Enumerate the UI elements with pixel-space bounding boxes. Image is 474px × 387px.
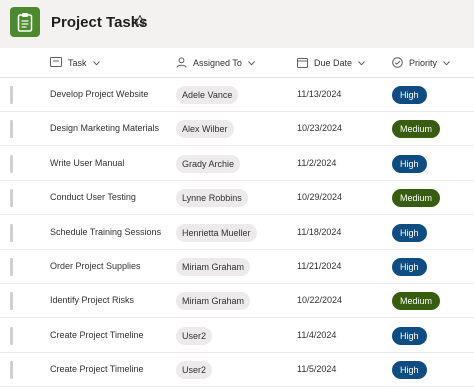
priority-badge: High [392,154,427,173]
row-select-handle[interactable] [10,326,13,345]
table-row[interactable]: Develop Project Website Adele Vance 11/13/… [0,78,474,112]
column-header-task[interactable]: Task [50,52,100,74]
due-date: 11/21/2024 [297,261,342,271]
task-title[interactable]: Develop Project Website [50,89,148,99]
assignee-chip[interactable]: Grady Archie [176,154,241,173]
priority-badge: Medium [392,120,441,139]
due-date: 11/18/2024 [297,226,342,237]
priority-badge: High [392,86,427,104]
priority-badge: High [392,223,427,242]
column-header-due-date[interactable]: Due Date [297,52,365,74]
due-date: 11/13/2024 [297,89,342,99]
table-row[interactable]: Write User Manual Grady Archie 11/2/2024 Hi… [0,147,474,181]
row-select-handle[interactable] [10,258,13,276]
row-select-handle[interactable] [10,292,13,311]
priority-badge: High [392,361,427,380]
row-select-handle[interactable] [10,120,13,139]
due-date: 10/29/2024 [297,192,343,203]
due-date: 10/22/2024 [297,295,343,306]
priority-badge: Medium [392,292,441,311]
column-label: Task [68,58,87,68]
chevron-down-icon [248,58,255,68]
task-title[interactable]: Identify Project Risks [50,295,134,305]
row-select-handle[interactable] [10,86,13,104]
table-row[interactable]: Design Marketing Materials Alex Wilber 10/… [0,112,474,147]
assignee-chip[interactable]: User2 [176,326,213,345]
assignee-chip[interactable]: Lynne Robbins [176,189,248,208]
task-title[interactable]: Create Project Timeline [50,330,144,340]
task-title[interactable]: Conduct User Testing [50,192,136,202]
table-row[interactable]: Conduct User Testing Lynne Robbins 10/29/2… [0,181,474,216]
task-title[interactable]: Write User Manual [50,158,124,168]
assignee-chip[interactable]: Miriam Graham [176,292,251,311]
priority-badge: Medium [392,189,441,208]
column-header-priority[interactable]: Priority [392,52,450,74]
row-select-handle[interactable] [10,189,13,208]
due-date: 11/2/2024 [297,157,337,168]
assignee-chip[interactable]: Alex Wilber [176,120,234,139]
column-label: Priority [409,58,438,68]
table-row[interactable]: Identify Project Risks Miriam Graham 10/22… [0,284,474,319]
text-icon [50,57,62,69]
calendar-icon [297,57,308,70]
choice-icon [392,56,403,70]
row-select-handle[interactable] [10,223,13,242]
assignee-chip[interactable]: Miriam Graham [176,258,251,276]
assignee-chip[interactable]: Adele Vance [176,86,239,104]
assignee-chip[interactable]: User2 [176,361,213,380]
due-date: 10/23/2024 [297,123,343,134]
chevron-down-icon [358,58,365,68]
column-label: Assigned To [193,58,242,68]
task-title[interactable]: Schedule Training Sessions [50,227,161,237]
row-select-handle[interactable] [10,361,13,380]
priority-badge: High [392,326,427,345]
assignee-chip[interactable]: Henrietta Mueller [176,223,257,242]
chevron-down-icon [443,58,450,68]
column-label: Due Date [314,58,353,68]
star-outline-icon[interactable] [133,14,147,28]
task-title[interactable]: Design Marketing Materials [50,123,159,133]
list-header: Project Tasks [0,0,474,48]
table-row[interactable]: Create Project Timeline User2 11/4/2024 Hig… [0,319,474,353]
clipboard-icon[interactable] [10,7,40,37]
task-title[interactable]: Create Project Timeline [50,364,144,374]
table-row[interactable]: Schedule Training Sessions Henrietta Muel… [0,216,474,250]
chevron-down-icon [92,58,100,68]
person-icon [176,56,187,70]
due-date: 11/4/2024 [297,329,337,340]
task-title[interactable]: Order Project Supplies [50,261,141,271]
row-select-handle[interactable] [10,154,13,173]
due-date: 11/5/2024 [297,364,337,375]
column-header-assigned-to[interactable]: Assigned To [176,52,255,74]
table-row[interactable]: Create Project Timeline User2 11/5/2024 Hig… [0,353,474,387]
table-row[interactable]: Order Project Supplies Miriam Graham 11/21… [0,250,474,284]
priority-badge: High [392,258,427,276]
